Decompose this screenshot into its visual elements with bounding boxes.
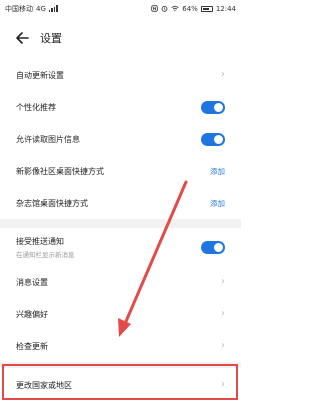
annotation-arrow-icon — [118, 180, 188, 337]
